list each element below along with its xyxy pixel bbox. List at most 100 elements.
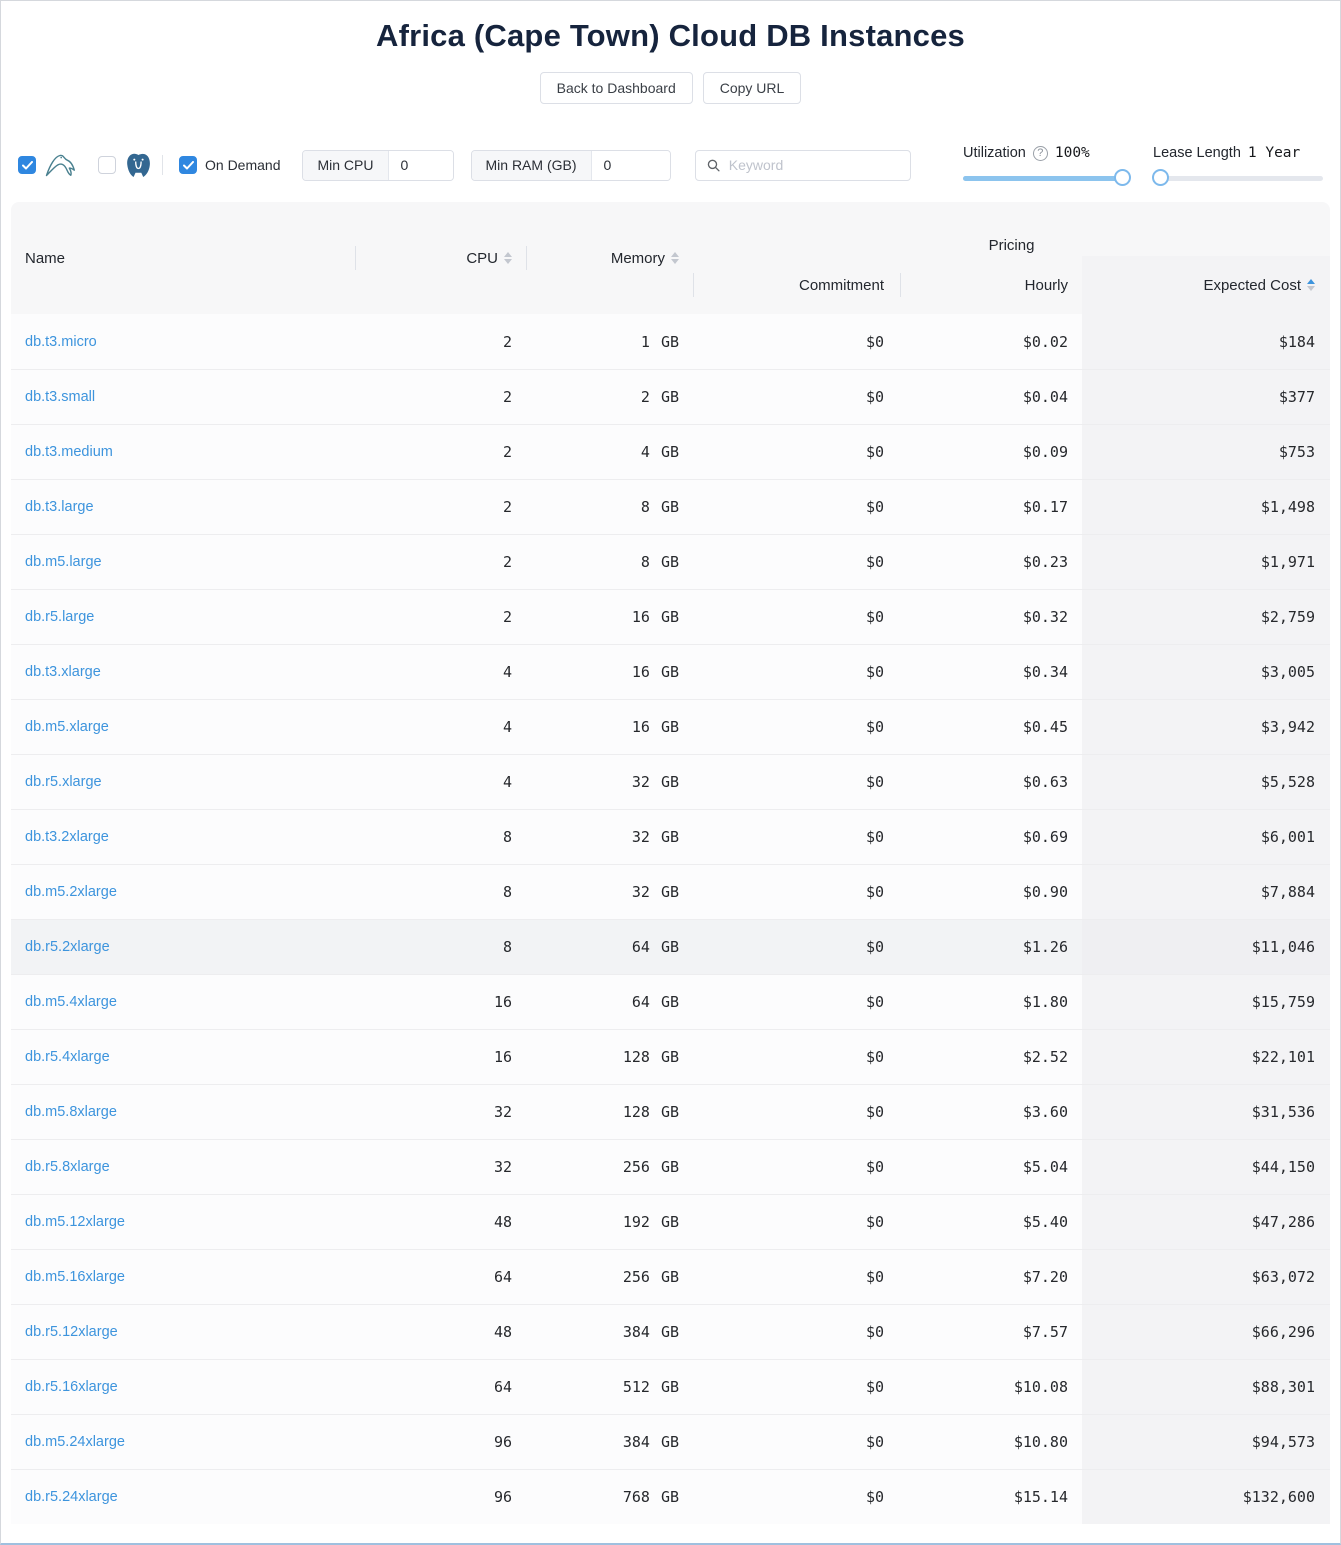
column-header-memory[interactable]: Memory xyxy=(526,202,693,314)
hourly-cell: $7.20 xyxy=(900,1250,1082,1304)
cpu-cell: 8 xyxy=(355,920,526,974)
instance-name-cell: db.r5.12xlarge xyxy=(11,1305,355,1359)
instance-name-link[interactable]: db.t3.small xyxy=(25,389,95,405)
cpu-cell: 2 xyxy=(355,590,526,644)
table-row: db.t3.medium 2 4 GB $0 $0.09 $753 xyxy=(11,424,1330,479)
lease-length-slider[interactable] xyxy=(1153,169,1323,187)
column-header-hourly[interactable]: Hourly xyxy=(900,256,1082,314)
memory-cell: 192 GB xyxy=(526,1195,693,1249)
on-demand-checkbox[interactable] xyxy=(179,156,197,174)
instance-name-cell: db.t3.micro xyxy=(11,314,355,369)
memory-cell: 384 GB xyxy=(526,1305,693,1359)
instance-name-link[interactable]: db.t3.2xlarge xyxy=(25,829,109,845)
cpu-cell: 8 xyxy=(355,865,526,919)
cpu-cell: 96 xyxy=(355,1470,526,1524)
instance-name-link[interactable]: db.m5.16xlarge xyxy=(25,1269,125,1285)
table-row: db.m5.4xlarge 16 64 GB $0 $1.80 $15,759 xyxy=(11,974,1330,1029)
expected-cost-cell: $15,759 xyxy=(1082,975,1330,1029)
page-title: Africa (Cape Town) Cloud DB Instances xyxy=(1,15,1340,57)
lease-length-control: Lease Length 1 Year xyxy=(1153,143,1323,187)
memory-cell: 1 GB xyxy=(526,314,693,369)
keyword-input[interactable] xyxy=(729,157,899,173)
hourly-cell: $0.04 xyxy=(900,370,1082,424)
cpu-cell: 2 xyxy=(355,425,526,479)
instance-name-link[interactable]: db.m5.8xlarge xyxy=(25,1104,117,1120)
table-row: db.m5.8xlarge 32 128 GB $0 $3.60 $31,536 xyxy=(11,1084,1330,1139)
column-header-expected-cost[interactable]: Expected Cost xyxy=(1082,256,1330,314)
instance-name-link[interactable]: db.m5.large xyxy=(25,554,102,570)
instances-table: Name CPU Memory Pricing Commitment Hourl… xyxy=(11,202,1330,1524)
instance-name-cell: db.m5.12xlarge xyxy=(11,1195,355,1249)
hourly-cell: $0.34 xyxy=(900,645,1082,699)
instance-name-link[interactable]: db.m5.4xlarge xyxy=(25,994,117,1010)
table-body: db.t3.micro 2 1 GB $0 $0.02 $184 db.t3.s… xyxy=(11,314,1330,1524)
instance-name-cell: db.t3.2xlarge xyxy=(11,810,355,864)
expected-cost-cell: $132,600 xyxy=(1082,1470,1330,1524)
memory-cell: 2 GB xyxy=(526,370,693,424)
table-row: db.r5.8xlarge 32 256 GB $0 $5.04 $44,150 xyxy=(11,1139,1330,1194)
instance-name-link[interactable]: db.r5.16xlarge xyxy=(25,1379,118,1395)
instance-name-cell: db.m5.large xyxy=(11,535,355,589)
commitment-cell: $0 xyxy=(693,480,900,534)
instance-name-cell: db.r5.24xlarge xyxy=(11,1470,355,1524)
commitment-cell: $0 xyxy=(693,755,900,809)
expected-cost-cell: $2,759 xyxy=(1082,590,1330,644)
table-row: db.m5.xlarge 4 16 GB $0 $0.45 $3,942 xyxy=(11,699,1330,754)
hourly-cell: $0.17 xyxy=(900,480,1082,534)
min-ram-input[interactable] xyxy=(592,151,670,180)
instance-name-link[interactable]: db.t3.large xyxy=(25,499,94,515)
instance-name-link[interactable]: db.r5.xlarge xyxy=(25,774,102,790)
instance-name-link[interactable]: db.r5.12xlarge xyxy=(25,1324,118,1340)
sort-icon[interactable] xyxy=(671,252,679,264)
instance-name-link[interactable]: db.r5.2xlarge xyxy=(25,939,110,955)
column-header-cpu[interactable]: CPU xyxy=(355,202,526,314)
postgresql-filter-checkbox[interactable] xyxy=(98,156,116,174)
table-row: db.r5.12xlarge 48 384 GB $0 $7.57 $66,29… xyxy=(11,1304,1330,1359)
memory-cell: 8 GB xyxy=(526,535,693,589)
expected-cost-cell: $66,296 xyxy=(1082,1305,1330,1359)
expected-cost-cell: $63,072 xyxy=(1082,1250,1330,1304)
sort-icon-active[interactable] xyxy=(1307,279,1315,291)
instance-name-link[interactable]: db.t3.medium xyxy=(25,444,113,460)
hourly-cell: $0.69 xyxy=(900,810,1082,864)
min-cpu-input[interactable] xyxy=(389,151,453,180)
hourly-cell: $0.02 xyxy=(900,314,1082,369)
hourly-cell: $0.63 xyxy=(900,755,1082,809)
instance-name-link[interactable]: db.m5.24xlarge xyxy=(25,1434,125,1450)
cpu-cell: 64 xyxy=(355,1250,526,1304)
instance-name-link[interactable]: db.m5.xlarge xyxy=(25,719,109,735)
memory-cell: 128 GB xyxy=(526,1085,693,1139)
instance-name-cell: db.r5.2xlarge xyxy=(11,920,355,974)
help-icon[interactable]: ? xyxy=(1033,146,1048,161)
commitment-cell: $0 xyxy=(693,314,900,369)
mysql-filter-checkbox[interactable] xyxy=(18,156,36,174)
instance-name-cell: db.r5.large xyxy=(11,590,355,644)
column-header-commitment[interactable]: Commitment xyxy=(693,256,900,314)
table-header: Name CPU Memory Pricing Commitment Hourl… xyxy=(11,202,1330,314)
cpu-cell: 4 xyxy=(355,755,526,809)
instance-name-link[interactable]: db.r5.24xlarge xyxy=(25,1489,118,1505)
commitment-cell: $0 xyxy=(693,1470,900,1524)
expected-cost-cell: $6,001 xyxy=(1082,810,1330,864)
instance-name-link[interactable]: db.t3.xlarge xyxy=(25,664,101,680)
back-to-dashboard-button[interactable]: Back to Dashboard xyxy=(540,72,693,104)
copy-url-button[interactable]: Copy URL xyxy=(703,72,802,104)
instance-name-link[interactable]: db.r5.4xlarge xyxy=(25,1049,110,1065)
column-header-name[interactable]: Name xyxy=(11,202,355,314)
check-icon xyxy=(183,161,194,170)
slider-handle[interactable] xyxy=(1114,169,1131,186)
hourly-cell: $7.57 xyxy=(900,1305,1082,1359)
memory-cell: 768 GB xyxy=(526,1470,693,1524)
slider-handle[interactable] xyxy=(1152,169,1169,186)
table-row: db.r5.large 2 16 GB $0 $0.32 $2,759 xyxy=(11,589,1330,644)
memory-cell: 64 GB xyxy=(526,975,693,1029)
instance-name-link[interactable]: db.m5.2xlarge xyxy=(25,884,117,900)
instance-name-link[interactable]: db.r5.8xlarge xyxy=(25,1159,110,1175)
instance-name-link[interactable]: db.r5.large xyxy=(25,609,94,625)
utilization-slider[interactable] xyxy=(963,169,1123,187)
min-ram-group: Min RAM (GB) xyxy=(471,150,671,181)
hourly-cell: $0.45 xyxy=(900,700,1082,754)
instance-name-link[interactable]: db.t3.micro xyxy=(25,334,97,350)
sort-icon[interactable] xyxy=(504,252,512,264)
instance-name-link[interactable]: db.m5.12xlarge xyxy=(25,1214,125,1230)
